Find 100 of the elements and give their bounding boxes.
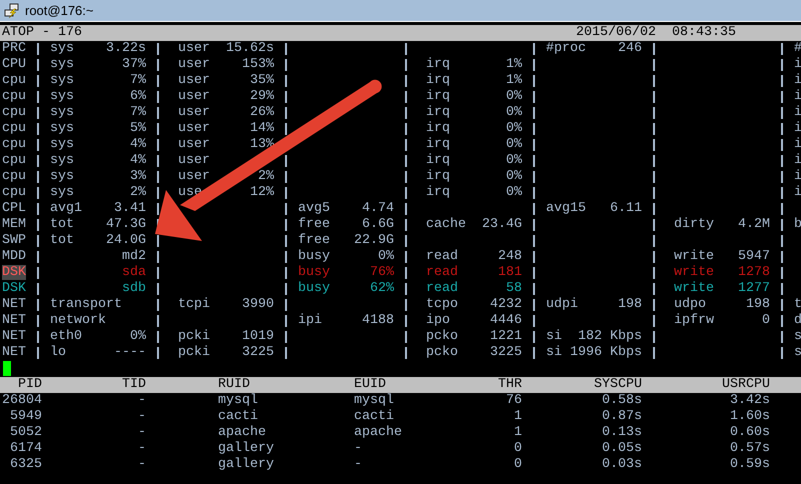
metric-text: sys 3.22s [50,41,146,57]
metric-text: sys 2% [50,185,146,201]
metric-text: irq 1% [426,73,522,89]
table-cell-text: 0.59s [729,457,770,473]
metric-text: user [178,153,211,169]
metric-text: busy 0% [298,249,394,265]
column-header: EUID [354,377,387,393]
table-cell-text: 0.60s [729,425,770,441]
table-cell-text: - [137,425,146,441]
metric-text: pcko 3225 [426,345,522,361]
table-cell-text: 3.42s [729,393,770,409]
window-title: root@176:~ [25,3,94,18]
metric-text: irq 0% [426,169,522,185]
metric-text: sys 7% [50,105,146,121]
table-cell-text: gallery [218,441,275,457]
metric-text: i [794,169,801,184]
metric-text: i [794,121,801,136]
metric-text: avg5 4.74 [298,201,394,217]
row-label: NET [2,329,26,344]
table-cell-text: mysql [218,393,259,409]
metric-text: b [794,217,801,232]
table-cell-text: 1.60s [729,409,770,425]
metric-text: s [794,345,801,360]
metric-text: free 22.9G [298,233,394,249]
table-cell-text: cacti [218,409,259,425]
column-header: PID [17,377,42,393]
metric-text: i [794,73,801,88]
table-cell-text: gallery [218,457,275,473]
column-header: USRCPU [721,377,770,393]
row-label: cpu [2,73,26,88]
metric-text: sys 6% [50,89,146,105]
cursor-block [3,361,11,376]
metric-text: i [794,105,801,120]
metric-text: avg1 3.41 [50,201,146,217]
metric-text: udpi 198 [546,297,642,313]
metric-text: write 5947 [674,249,770,265]
metric-text: irq 0% [426,137,522,153]
date-time: 2015/06/02 08:43:35 [576,25,736,40]
row-label: MEM [2,217,26,232]
row-label: NET [2,345,26,360]
row-label: cpu [2,185,26,200]
metric-text: irq 0% [426,105,522,121]
metric-text: i [794,57,801,72]
metric-text: ipfrw 0 [674,313,770,329]
metric-text: i [794,89,801,104]
row-label: cpu [2,105,26,120]
row-label: cpu [2,153,26,168]
metric-text: udpo 198 [674,297,770,313]
row-label: cpu [2,121,26,136]
metric-text: si 182 Kbps [546,329,642,345]
metric-text: read 58 [426,281,522,297]
metric-text: irq 0% [426,89,522,105]
table-cell-text: 5052 [9,425,42,441]
row-label: MDD [2,249,26,264]
metric-text: sys 3% [50,169,146,185]
metric-text: user 153% [178,57,274,73]
metric-text: eth0 0% [50,329,146,345]
row-label: cpu [2,137,26,152]
metric-text: d [794,313,801,328]
metric-text: irq 1% [426,57,522,73]
table-cell-text: 0 [513,441,522,457]
row-label: CPU [2,57,26,72]
metric-text: busy 62% [298,281,394,297]
metric-text: tcpi 3990 [178,297,274,313]
metric-text: i [794,185,801,200]
metric-text: sys 7% [50,73,146,89]
metric-text: irq 0% [426,121,522,137]
metric-text: user 26% [178,105,274,121]
column-header: SYSCPU [593,377,642,393]
metric-text: sys 4% [50,137,146,153]
metric-text: read 181 [426,265,522,281]
row-label: DSK [2,265,26,280]
metric-text: tot 47.3G [50,217,146,233]
metric-text: t [794,297,801,312]
table-cell-text: 0.58s [601,393,642,409]
table-cell-text: 1 [513,409,522,425]
table-cell-text: cacti [354,409,395,425]
metric-text: pcko 1221 [426,329,522,345]
metric-text: transport [50,297,123,313]
metric-text: read 248 [426,249,522,265]
table-cell-text: apache [354,425,403,441]
metric-text: dirty 4.2M [674,217,770,233]
metric-text: user 15.62s [178,41,274,57]
table-cell-text: 0.13s [601,425,642,441]
table-cell-text: 0.57s [729,441,770,457]
metric-text: pcki 1019 [178,329,274,345]
table-cell-text: - [354,457,363,473]
metric-text: user 13% [178,137,274,153]
table-cell-text: - [137,409,146,425]
table-cell-text: - [137,393,146,409]
metric-text: write 1278 [674,265,770,281]
table-cell-text: 6174 [9,441,42,457]
metric-text: ipo 4446 [426,313,522,329]
row-label: SWP [2,233,26,248]
metric-text: cache 23.4G [426,217,522,233]
metric-text: sys 4% [50,153,146,169]
row-label: cpu [2,89,26,104]
table-cell-text: 5949 [9,409,42,425]
metric-text: user 2% [178,169,274,185]
table-cell-text: 76 [505,393,522,409]
